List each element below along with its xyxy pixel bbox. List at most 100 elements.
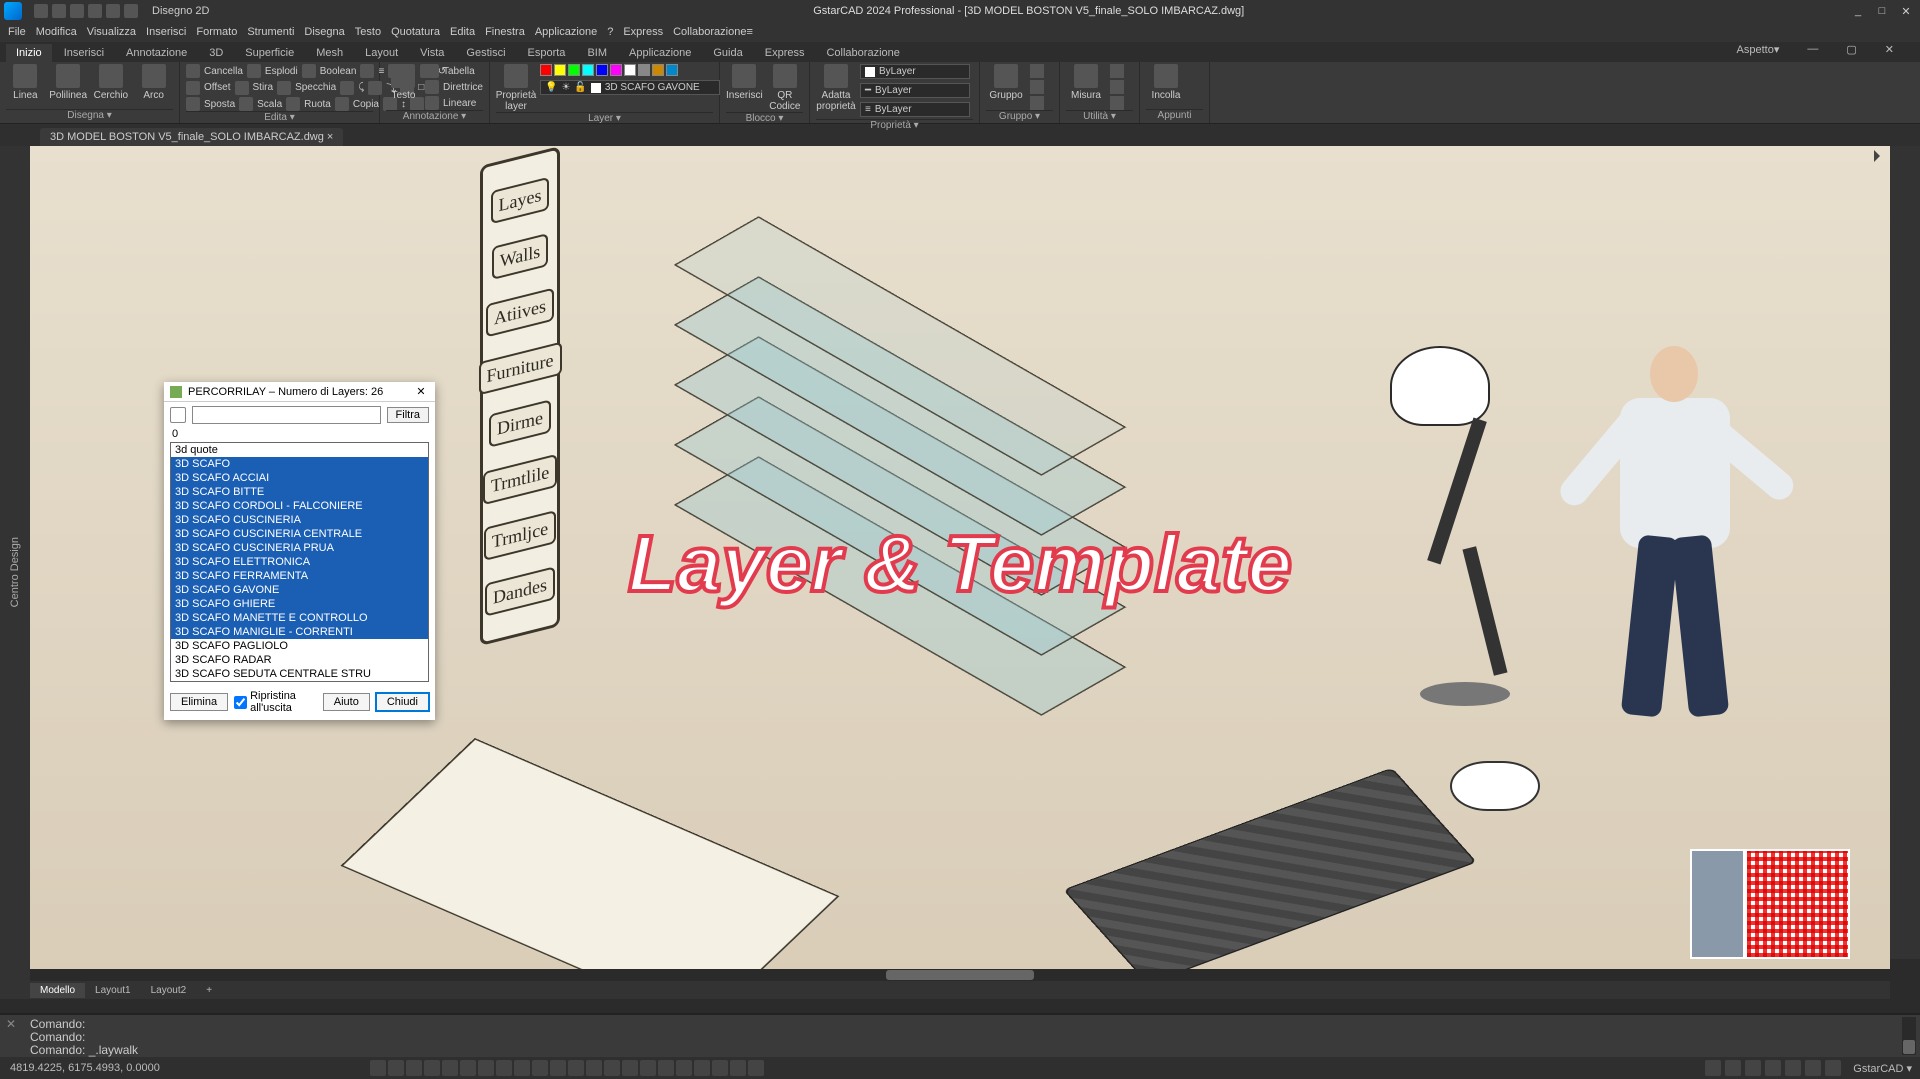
edita-offset[interactable]: Offset — [186, 80, 231, 95]
workspace-selector[interactable]: Disegno 2D — [152, 5, 209, 17]
layer-state-icon[interactable] — [652, 64, 664, 76]
testo-button[interactable]: Testo — [386, 64, 421, 101]
edita-sposta[interactable]: Sposta — [186, 97, 235, 111]
chiudi-button[interactable]: Chiudi — [376, 693, 429, 711]
arco-button[interactable]: Arco — [134, 64, 173, 101]
group-sub3-icon[interactable] — [1030, 96, 1044, 110]
tab-applicazione[interactable]: Applicazione — [619, 44, 701, 62]
edita-specchia[interactable]: Specchia — [277, 80, 336, 95]
layer-list-item[interactable]: 3D SCAFO ACCIAI — [171, 471, 428, 485]
tab-superficie[interactable]: Superficie — [235, 44, 304, 62]
incolla-button[interactable]: Incolla — [1146, 64, 1186, 101]
panel-title-disegna[interactable]: Disegna ▾ — [6, 109, 173, 123]
status-toggle-icon[interactable] — [586, 1060, 602, 1076]
adatta-proprieta-button[interactable]: Adatta proprietà — [816, 64, 856, 112]
util-sub2-icon[interactable] — [1110, 80, 1124, 94]
drawing-canvas[interactable]: LayesWallsAtiivesFurnitureDirmeTrmtlileT… — [30, 146, 1890, 981]
util-sub3-icon[interactable] — [1110, 96, 1124, 110]
tab-express[interactable]: Express — [755, 44, 815, 62]
menu-testo[interactable]: Testo — [355, 26, 381, 38]
status-toggle-icon[interactable] — [460, 1060, 476, 1076]
layer-list-item[interactable]: 3D SCAFO GAVONE — [171, 583, 428, 597]
status-toggle-icon[interactable] — [694, 1060, 710, 1076]
filter-button[interactable]: Filtra — [387, 407, 429, 423]
lineweight-combo[interactable]: ━ByLayer — [860, 83, 970, 98]
gruppo-button[interactable]: Gruppo — [986, 64, 1026, 101]
menu-disegna[interactable]: Disegna — [304, 26, 344, 38]
qat-saveas-icon[interactable] — [88, 4, 102, 18]
tab-vista[interactable]: Vista — [410, 44, 454, 62]
linea-button[interactable]: Linea — [6, 64, 45, 101]
menu-?[interactable]: ? — [607, 26, 613, 38]
ribbon-right-item[interactable]: ▢ — [1836, 40, 1866, 59]
layer-list[interactable]: 3d quote3D SCAFO3D SCAFO ACCIAI3D SCAFO … — [170, 442, 429, 682]
menu-file[interactable]: File — [8, 26, 26, 38]
edita-ruota[interactable]: Ruota — [286, 97, 331, 111]
tab-inserisci[interactable]: Inserisci — [54, 44, 114, 62]
panel-title-utilita[interactable]: Utilità ▾ — [1066, 110, 1133, 123]
status-toggle-icon[interactable] — [550, 1060, 566, 1076]
layer-state-icon[interactable] — [554, 64, 566, 76]
layer-properties-button[interactable]: Proprietà layer — [496, 64, 536, 112]
status-toggle-icon[interactable] — [424, 1060, 440, 1076]
layer-state-icon[interactable] — [596, 64, 608, 76]
status-toggle-icon[interactable] — [568, 1060, 584, 1076]
layer-list-item[interactable]: 3D SCAFO RADAR — [171, 653, 428, 667]
status-toggle-icon[interactable] — [514, 1060, 530, 1076]
ribbon-right-item[interactable]: — — [1797, 40, 1828, 59]
search-icon[interactable] — [170, 407, 186, 423]
layer-list-item[interactable]: 3D SCAFO CUSCINERIA — [171, 513, 428, 527]
misura-button[interactable]: Misura — [1066, 64, 1106, 101]
status-toggle-icon[interactable] — [442, 1060, 458, 1076]
left-palette-rail[interactable]: Centro Design — [0, 146, 30, 999]
view-tab-layout1[interactable]: Layout1 — [85, 983, 141, 998]
tab-esporta[interactable]: Esporta — [518, 44, 576, 62]
view-tab-+[interactable]: + — [196, 983, 222, 998]
inserisci-button[interactable]: Inserisci — [726, 64, 763, 101]
layer-list-item[interactable]: 3D SCAFO GHIERE — [171, 597, 428, 611]
minimize-button[interactable]: _ — [1848, 4, 1868, 18]
status-toggle-icon[interactable] — [496, 1060, 512, 1076]
linetype-combo[interactable]: ≡ByLayer — [860, 102, 970, 117]
menu-applicazione[interactable]: Applicazione — [535, 26, 597, 38]
ribbon-right-item[interactable]: ✕ — [1875, 40, 1904, 59]
menu-quotatura[interactable]: Quotatura — [391, 26, 440, 38]
qat-new-icon[interactable] — [34, 4, 48, 18]
tab-guida[interactable]: Guida — [703, 44, 752, 62]
menu-strumenti[interactable]: Strumenti — [247, 26, 294, 38]
status-right-icon[interactable] — [1705, 1060, 1721, 1076]
panel-title-gruppo[interactable]: Gruppo ▾ — [986, 110, 1053, 123]
color-combo[interactable]: ByLayer — [860, 64, 970, 79]
panel-title-proprieta[interactable]: Proprietà ▾ — [816, 119, 973, 131]
maximize-button[interactable]: □ — [1872, 4, 1892, 18]
layer-state-icon[interactable] — [624, 64, 636, 76]
status-right-icon[interactable] — [1765, 1060, 1781, 1076]
layer-state-icon[interactable] — [540, 64, 552, 76]
status-right-icon[interactable] — [1825, 1060, 1841, 1076]
tab-annotazione[interactable]: Annotazione — [116, 44, 197, 62]
qat-redo-icon[interactable] — [124, 4, 138, 18]
layer-combo[interactable]: 💡 ☀ 🔓 3D SCAFO GAVONE — [540, 80, 720, 95]
layer-state-icon[interactable] — [568, 64, 580, 76]
layer-state-icon[interactable] — [610, 64, 622, 76]
layer-list-item[interactable]: 3D SCAFO CUSCINERIA PRUA — [171, 541, 428, 555]
layer-list-item[interactable]: 3d quote — [171, 443, 428, 457]
horizontal-scrollbar[interactable] — [30, 969, 1890, 981]
cursor-coordinates[interactable]: 4819.4225, 6175.4993, 0.0000 — [0, 1062, 170, 1074]
layer-list-item[interactable]: 3D SCAFO FERRAMENTA — [171, 569, 428, 583]
layer-list-item[interactable]: 3D SCAFO SEDUTA CENTRALE STRU — [171, 667, 428, 681]
layer-state-icon[interactable] — [638, 64, 650, 76]
menu-visualizza[interactable]: Visualizza — [87, 26, 136, 38]
direttrice-button[interactable]: Direttrice — [425, 80, 483, 94]
edita-cancella[interactable]: Cancella — [186, 64, 243, 78]
edita-stira[interactable]: Stira — [235, 80, 274, 95]
layer-state-icon[interactable] — [666, 64, 678, 76]
status-toggle-icon[interactable] — [748, 1060, 764, 1076]
status-right-icon[interactable] — [1805, 1060, 1821, 1076]
dialog-titlebar[interactable]: PERCORRILAY – Numero di Layers: 26 ✕ — [164, 382, 435, 402]
status-right-icon[interactable] — [1785, 1060, 1801, 1076]
view-tab-modello[interactable]: Modello — [30, 983, 85, 998]
menu-modifica[interactable]: Modifica — [36, 26, 77, 38]
tab-3d[interactable]: 3D — [199, 44, 233, 62]
command-close-icon[interactable]: ✕ — [6, 1017, 22, 1033]
